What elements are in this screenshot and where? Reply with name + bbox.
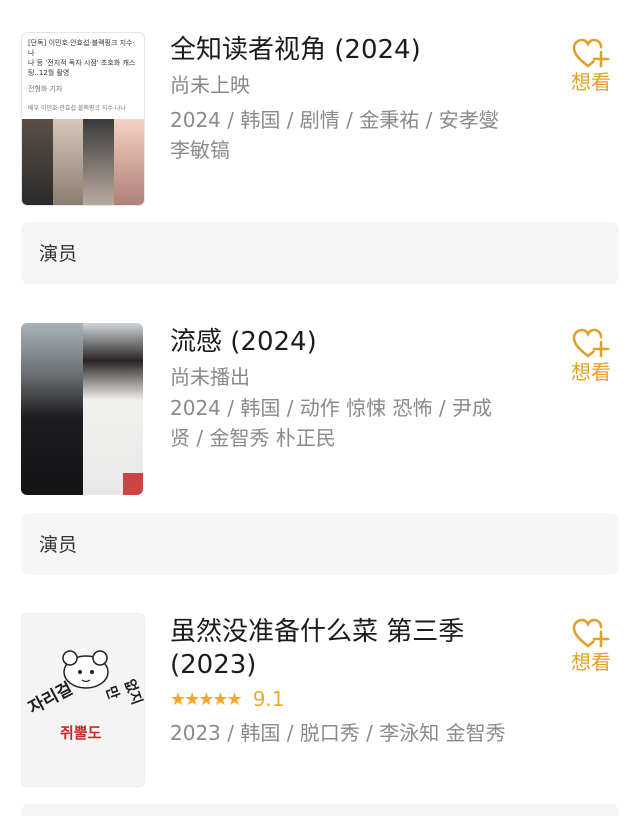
movie-meta-line-1: 2024 / 韩国 / 动作 惊悚 恐怖 / 尹成 [170,396,492,420]
movie-poster-3[interactable]: 자리걸 쥐뿔도 없지만 [21,613,145,787]
rating-row: ★★★★★ 9.1 [170,684,530,714]
poster-byline: 전형화 기자 [28,85,63,93]
movie-meta-line-2: 李敏镐 [170,138,230,162]
movie-title[interactable]: 全知读者视角 (2024) [170,34,530,67]
cast-section-partial [21,804,619,816]
movie-status: 尚未上映 [170,73,250,97]
movie-meta-line-1: 2023 / 韩国 / 脱口秀 / 李泳知 金智秀 [170,721,506,745]
poster-figure-left [21,323,83,495]
want-to-watch-label: 想看 [571,70,611,94]
rating-score: 9.1 [252,687,285,711]
movie-poster-1[interactable]: [단독] 이민호·안효섭·블랙핑크 지수·나 나 등 '전지적 독자 시점' 초… [21,32,145,206]
heart-plus-icon [572,328,610,358]
movie-meta-line-1: 2024 / 韩国 / 剧情 / 金秉祐 / 安孝燮 [170,108,499,132]
want-to-watch-button[interactable]: 想看 [566,328,616,384]
cast-section[interactable]: 演员 [21,513,619,575]
poster-accent [123,473,143,495]
poster-caption: 배우 이민호·안효섭·블랙핑크 지수·나나 [28,105,126,112]
movie-poster-2[interactable] [21,323,143,495]
rating-stars: ★★★★★ [170,688,243,710]
movie-title-line-2[interactable]: (2023) [170,649,530,682]
cast-section[interactable]: 演员 [21,222,619,284]
want-to-watch-label: 想看 [571,650,611,674]
movie-title-line-1[interactable]: 虽然没准备什么菜 第三季 [170,616,530,649]
want-to-watch-label: 想看 [571,360,611,384]
movie-status: 尚未播出 [170,365,250,389]
poster-photo-strip [22,119,144,205]
movie-title[interactable]: 流感 (2024) [170,326,530,359]
movie-meta-line-2: 贤 / 金智秀 朴正民 [170,426,336,450]
poster-headline-3: 팅..12월 촬영 [28,69,70,77]
cast-label: 演员 [39,243,78,265]
poster-headline-1: [단독] 이민호·안효섭·블랙핑크 지수·나 [28,39,135,57]
heart-plus-icon [572,38,610,68]
poster-figure-right [83,323,143,495]
cast-label: 演员 [39,534,78,556]
heart-plus-icon [572,618,610,648]
poster-headline-2: 나 등 '전지적 독자 시점' 초호화 캐스 [28,59,136,67]
poster-text-center: 쥐뿔도 [60,724,102,742]
want-to-watch-button[interactable]: 想看 [566,38,616,94]
want-to-watch-button[interactable]: 想看 [566,618,616,674]
